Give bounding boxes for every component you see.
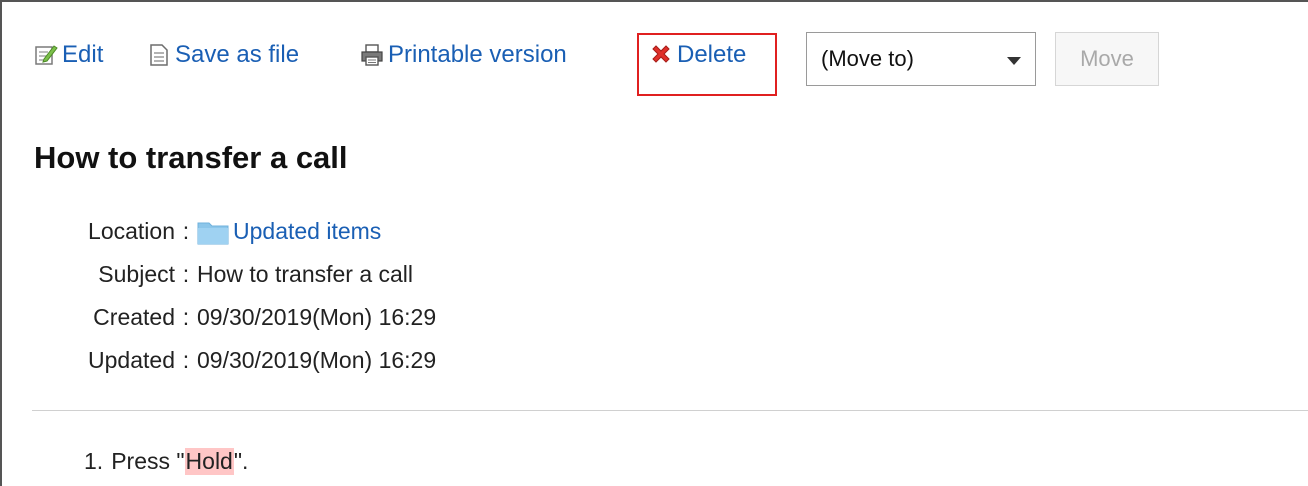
list-number: 1. — [84, 448, 104, 474]
separator: : — [182, 218, 190, 244]
subject-value: How to transfer a call — [197, 261, 414, 287]
meta-row-updated: Updated : 09/30/2019(Mon) 16:29 — [40, 339, 436, 382]
highlighted-text: Hold — [184, 448, 234, 475]
separator: : — [182, 347, 190, 373]
step-text-suffix: ". — [233, 448, 249, 474]
location-label: Location — [88, 218, 175, 244]
page-title: How to transfer a call — [34, 140, 348, 175]
printer-icon — [360, 43, 384, 67]
location-value: Updated items — [197, 210, 381, 253]
updated-label: Updated — [88, 347, 175, 373]
list-item: 1. Press " Hold ". — [84, 448, 248, 475]
edit-link[interactable]: Edit — [34, 41, 103, 69]
edit-icon — [34, 43, 58, 67]
move-to-select[interactable]: (Move to) — [806, 32, 1036, 86]
document-icon — [147, 43, 171, 67]
meta-row-subject: Subject : How to transfer a call — [40, 253, 436, 296]
move-button[interactable]: Move — [1055, 32, 1159, 86]
delete-label: Delete — [677, 41, 747, 68]
printable-version-link[interactable]: Printable version — [360, 41, 567, 69]
step-text-prefix: Press " — [111, 448, 185, 474]
created-label: Created — [93, 304, 175, 330]
red-x-icon — [649, 43, 673, 67]
save-as-file-label: Save as file — [175, 41, 300, 68]
toolbar: Edit Save as file Printable version Dele… — [34, 32, 1164, 96]
subject-label: Subject — [98, 261, 175, 287]
metadata-table: Location : Updated items Subject : How t… — [40, 210, 436, 382]
folder-icon — [197, 219, 229, 245]
chevron-down-icon — [1007, 57, 1021, 65]
updated-value: 09/30/2019(Mon) 16:29 — [197, 347, 437, 373]
created-value: 09/30/2019(Mon) 16:29 — [197, 304, 437, 330]
move-to-select-value: (Move to) — [821, 46, 914, 71]
meta-row-location: Location : Updated items — [40, 210, 436, 253]
separator: : — [182, 261, 190, 287]
move-button-label: Move — [1080, 46, 1134, 71]
printable-version-label: Printable version — [388, 41, 567, 68]
location-folder-link[interactable]: Updated items — [197, 210, 381, 253]
meta-row-created: Created : 09/30/2019(Mon) 16:29 — [40, 296, 436, 339]
delete-link[interactable]: Delete — [649, 41, 746, 69]
location-folder-label: Updated items — [233, 218, 382, 244]
save-as-file-link[interactable]: Save as file — [147, 41, 299, 69]
divider — [32, 410, 1308, 411]
edit-label: Edit — [62, 41, 104, 68]
separator: : — [182, 304, 190, 330]
